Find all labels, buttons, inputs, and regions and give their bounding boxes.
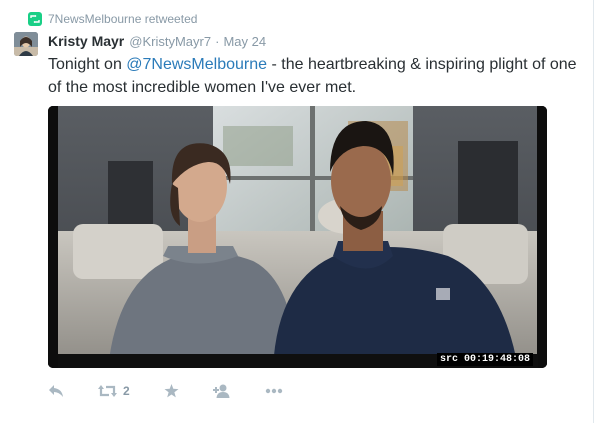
star-icon <box>164 384 179 398</box>
retweet-count: 2 <box>123 384 130 398</box>
retweet-badge-icon <box>28 12 42 26</box>
reply-icon <box>49 385 63 397</box>
follow-button[interactable] <box>212 384 231 398</box>
retweet-icon <box>98 385 117 397</box>
author-name[interactable]: Kristy Mayr <box>48 33 124 49</box>
avatar[interactable] <box>14 32 38 56</box>
more-icon <box>265 388 282 394</box>
mention-link[interactable]: @7NewsMelbourne <box>126 56 267 73</box>
retweeted-by-link[interactable]: 7NewsMelbourne retweeted <box>48 12 197 26</box>
tweet-timestamp[interactable]: May 24 <box>223 34 266 49</box>
add-user-icon <box>212 384 230 398</box>
video-still-illustration <box>48 106 547 368</box>
more-button[interactable] <box>265 388 283 394</box>
tweet-actions: 2 <box>48 380 317 402</box>
tweet-text-before: Tonight on <box>48 56 127 73</box>
tweet-header: Kristy Mayr @KristyMayr7 · May 24 <box>48 33 266 49</box>
tweet-text: Tonight on @7NewsMelbourne - the heartbr… <box>48 53 578 99</box>
favorite-button[interactable] <box>164 384 179 398</box>
retweet-button[interactable]: 2 <box>98 384 130 398</box>
retweet-context: 7NewsMelbourne retweeted <box>28 11 197 27</box>
media-image[interactable]: src 00:19:48:08 <box>48 106 547 368</box>
tweet[interactable]: 7NewsMelbourne retweeted Kristy Mayr @Kr… <box>0 0 594 423</box>
reply-button[interactable] <box>48 384 64 398</box>
author-username[interactable]: @KristyMayr7 <box>129 34 211 49</box>
separator: · <box>215 34 220 49</box>
video-timecode: src 00:19:48:08 <box>436 353 533 366</box>
